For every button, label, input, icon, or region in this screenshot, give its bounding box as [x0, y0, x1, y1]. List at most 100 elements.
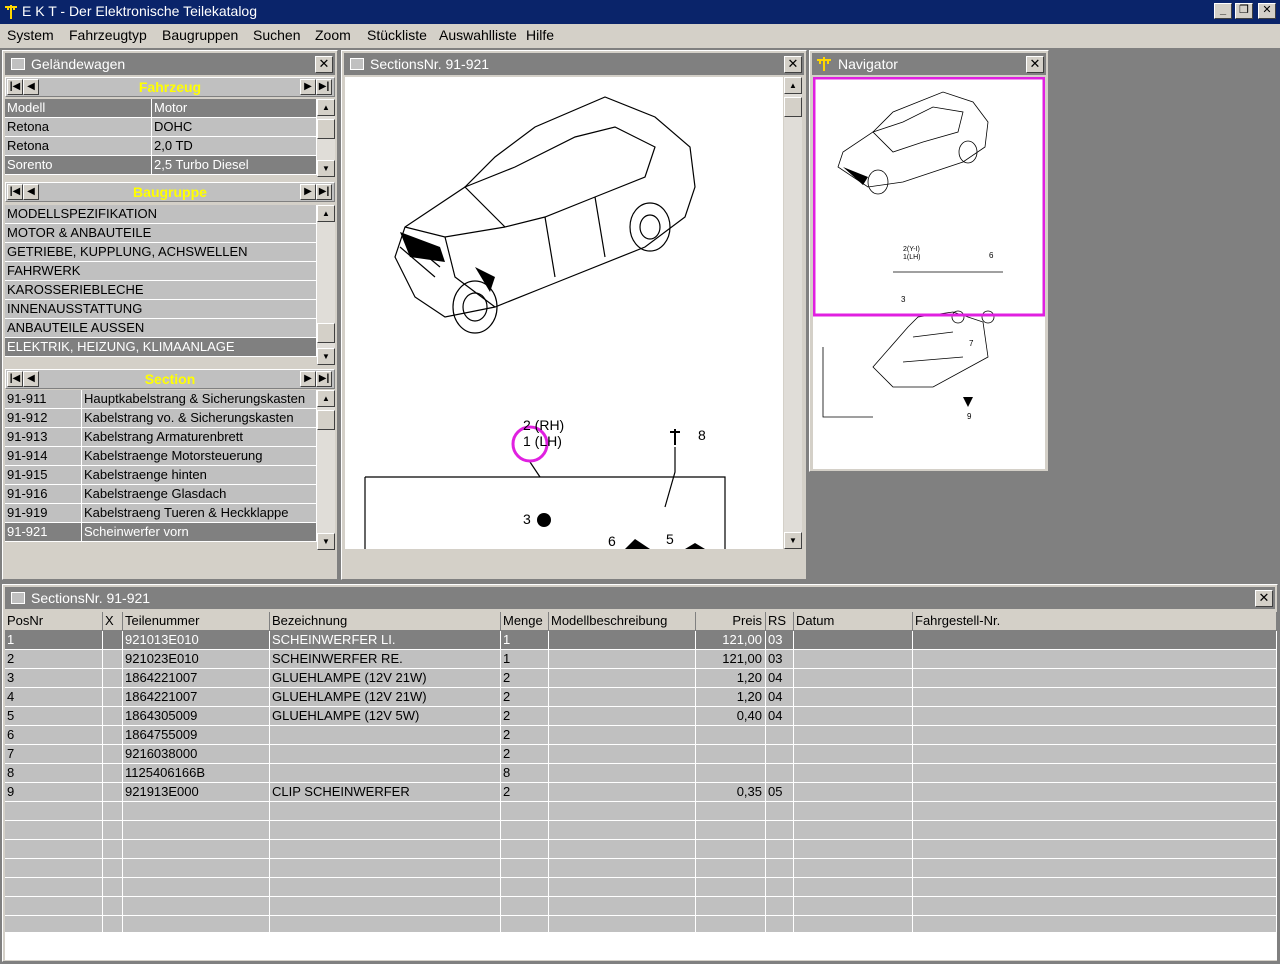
last-record-icon[interactable]: ▶| — [316, 371, 332, 387]
list-item-selected[interactable]: Sorento 2,5 Turbo Diesel — [5, 156, 317, 175]
col-bezeichnung[interactable]: Bezeichnung — [270, 612, 501, 631]
list-item-selected[interactable]: ELEKTRIK, HEIZUNG, KLIMAANLAGE — [5, 338, 317, 357]
next-record-icon[interactable]: ▶ — [300, 79, 316, 95]
list-item[interactable]: FAHRWERK — [5, 262, 317, 281]
scroll-down-icon[interactable]: ▼ — [784, 532, 802, 549]
list-item[interactable]: Retona 2,0 TD — [5, 137, 317, 156]
close-app-button[interactable]: ✕ — [1258, 3, 1276, 19]
col-menge[interactable]: Menge — [501, 612, 549, 631]
empty-table-row[interactable] — [5, 878, 1277, 897]
menu-baugruppen[interactable]: Baugruppen — [162, 27, 238, 43]
list-item[interactable]: INNENAUSSTATTUNG — [5, 300, 317, 319]
empty-table-row[interactable] — [5, 821, 1277, 840]
prev-record-icon[interactable]: ◀ — [23, 371, 39, 387]
first-record-icon[interactable]: |◀ — [7, 371, 23, 387]
menu-hilfe[interactable]: Hilfe — [526, 27, 554, 43]
close-drawing-panel-button[interactable]: ✕ — [784, 56, 802, 73]
close-vehicle-panel-button[interactable]: ✕ — [315, 56, 333, 73]
empty-table-row[interactable] — [5, 859, 1277, 878]
scroll-down-icon[interactable]: ▼ — [317, 533, 335, 550]
scroll-down-icon[interactable]: ▼ — [317, 160, 335, 177]
empty-table-row[interactable] — [5, 802, 1277, 821]
scroll-thumb[interactable] — [317, 119, 335, 139]
cell-bezeichnung — [270, 745, 501, 764]
callout-3[interactable]: 3 — [523, 511, 531, 527]
callout-5[interactable]: 5 — [666, 531, 674, 547]
list-item[interactable]: ANBAUTEILE AUSSEN — [5, 319, 317, 338]
list-item[interactable]: Retona DOHC — [5, 118, 317, 137]
fahrzeug-scrollbar[interactable]: ▲ ▼ — [317, 99, 335, 177]
callout-lh[interactable]: 1 (LH) — [523, 433, 562, 449]
scroll-up-icon[interactable]: ▲ — [784, 77, 802, 94]
list-item[interactable]: 91-912 Kabelstrang vo. & Sicherungskasten — [5, 409, 317, 428]
list-item[interactable]: 91-911 Hauptkabelstrang & Sicherungskaste… — [5, 390, 317, 409]
table-row[interactable]: 7 9216038000 2 — [5, 745, 1277, 764]
menu-stueckliste[interactable]: Stückliste — [367, 27, 427, 43]
table-row[interactable]: 4 1864221007 GLUEHLAMPE (12V 21W) 2 1,20 04 — [5, 688, 1277, 707]
navigator-canvas[interactable]: 2(Y-I) 1(LH) 6 3 7 9 — [813, 77, 1045, 469]
list-item[interactable]: 91-916 Kabelstraenge Glasdach — [5, 485, 317, 504]
menu-suchen[interactable]: Suchen — [253, 27, 300, 43]
table-row[interactable]: 5 1864305009 GLUEHLAMPE (12V 5W) 2 0,40 04 — [5, 707, 1277, 726]
next-record-icon[interactable]: ▶ — [300, 184, 316, 200]
col-modell[interactable]: Modell — [5, 99, 152, 117]
callout-6[interactable]: 6 — [608, 533, 616, 549]
table-row[interactable]: 6 1864755009 2 — [5, 726, 1277, 745]
scroll-up-icon[interactable]: ▲ — [317, 99, 335, 116]
restore-button[interactable]: ❐ — [1235, 3, 1253, 19]
menu-zoom[interactable]: Zoom — [315, 27, 351, 43]
scroll-up-icon[interactable]: ▲ — [317, 205, 335, 222]
col-fahrgestell[interactable]: Fahrgestell-Nr. — [913, 612, 1277, 631]
callout-8[interactable]: 8 — [698, 427, 706, 443]
first-record-icon[interactable]: |◀ — [7, 184, 23, 200]
menu-fahrzeugtyp[interactable]: Fahrzeugtyp — [69, 27, 147, 43]
last-record-icon[interactable]: ▶| — [316, 79, 332, 95]
list-item[interactable]: KAROSSERIEBLECHE — [5, 281, 317, 300]
scroll-down-icon[interactable]: ▼ — [317, 348, 335, 365]
scroll-thumb[interactable] — [317, 323, 335, 343]
empty-table-row[interactable] — [5, 897, 1277, 916]
minimize-button[interactable]: _ — [1214, 3, 1232, 19]
section-scrollbar[interactable]: ▲ ▼ — [317, 390, 335, 550]
callout-rh[interactable]: 2 (RH) — [523, 417, 564, 433]
col-posnr[interactable]: PosNr — [5, 612, 103, 631]
scroll-thumb[interactable] — [784, 97, 802, 117]
close-navigator-button[interactable]: ✕ — [1026, 56, 1044, 73]
next-record-icon[interactable]: ▶ — [300, 371, 316, 387]
close-parts-list-button[interactable]: ✕ — [1255, 590, 1273, 607]
col-teilenummer[interactable]: Teilenummer — [123, 612, 270, 631]
col-x[interactable]: X — [103, 612, 123, 631]
col-motor[interactable]: Motor — [152, 99, 317, 117]
list-item[interactable]: 91-914 Kabelstraenge Motorsteuerung — [5, 447, 317, 466]
table-row[interactable]: 9 921913E000 CLIP SCHEINWERFER 2 0,35 05 — [5, 783, 1277, 802]
list-item[interactable]: 91-915 Kabelstraenge hinten — [5, 466, 317, 485]
first-record-icon[interactable]: |◀ — [7, 79, 23, 95]
prev-record-icon[interactable]: ◀ — [23, 184, 39, 200]
table-row[interactable]: 1 921013E010 SCHEINWERFER LI. 1 121,00 03 — [5, 631, 1277, 650]
col-preis[interactable]: Preis — [696, 612, 766, 631]
scroll-up-icon[interactable]: ▲ — [317, 390, 335, 407]
menu-auswahlliste[interactable]: Auswahlliste — [439, 27, 517, 43]
scroll-thumb[interactable] — [317, 410, 335, 430]
table-row[interactable]: 2 921023E010 SCHEINWERFER RE. 1 121,00 03 — [5, 650, 1277, 669]
list-item[interactable]: 91-913 Kabelstrang Armaturenbrett — [5, 428, 317, 447]
cell-teilenummer: 1864221007 — [123, 688, 270, 707]
list-item-selected[interactable]: 91-921 Scheinwerfer vorn — [5, 523, 317, 542]
col-modellbeschreibung[interactable]: Modellbeschreibung — [549, 612, 696, 631]
viewport-rectangle[interactable] — [813, 77, 1045, 317]
drawing-scrollbar[interactable]: ▲ ▼ — [784, 77, 802, 549]
table-row[interactable]: 3 1864221007 GLUEHLAMPE (12V 21W) 2 1,20 04 — [5, 669, 1277, 688]
list-item[interactable]: 91-919 Kabelstraeng Tueren & Heckklappe — [5, 504, 317, 523]
prev-record-icon[interactable]: ◀ — [23, 79, 39, 95]
table-row[interactable]: 8 1125406166B 8 — [5, 764, 1277, 783]
list-item[interactable]: MOTOR & ANBAUTEILE — [5, 224, 317, 243]
last-record-icon[interactable]: ▶| — [316, 184, 332, 200]
baugruppe-scrollbar[interactable]: ▲ ▼ — [317, 205, 335, 365]
menu-system[interactable]: System — [7, 27, 54, 43]
list-item[interactable]: GETRIEBE, KUPPLUNG, ACHSWELLEN — [5, 243, 317, 262]
col-datum[interactable]: Datum — [794, 612, 913, 631]
empty-table-row[interactable] — [5, 840, 1277, 859]
list-item[interactable]: MODELLSPEZIFIKATION — [5, 205, 317, 224]
parts-drawing-canvas[interactable]: 2 (RH) 1 (LH) 8 3 6 5 — [345, 77, 783, 549]
col-rs[interactable]: RS — [766, 612, 794, 631]
